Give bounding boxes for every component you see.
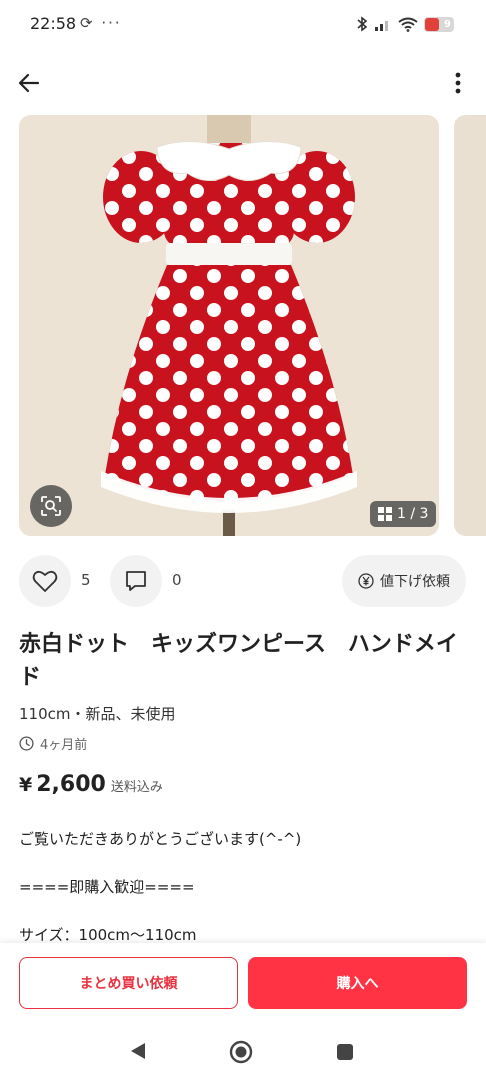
image-carousel[interactable] [0,115,486,536]
product-photo[interactable] [19,115,439,536]
next-photo-preview[interactable] [454,115,486,536]
posted-time-row: 4ヶ月前 [19,734,87,753]
sync-notification-icons: ⟳ ··· [80,14,122,32]
yen-circle-icon [358,573,374,589]
system-navigation-bar [0,1023,486,1080]
price-down-label: 値下げ依頼 [380,574,450,590]
clock-icon [19,736,34,751]
description-line: ====即購入歓迎==== [19,878,195,896]
more-vertical-icon [455,72,461,94]
status-bar: 22:58 ⟳ ··· 9 [0,0,486,48]
bottom-action-bar: まとめ買い依頼 購入へ [0,943,486,1023]
comment-icon [126,571,146,591]
triangle-back-icon [131,1043,145,1059]
product-title: 赤白ドット キッズワンピース ハンドメイド [19,632,458,690]
price: 2,600 [36,772,106,797]
currency-symbol: ¥ [19,774,33,796]
signal-icon [375,21,388,31]
posted-time: 4ヶ月前 [40,738,88,753]
shipping-label: 送料込み [110,780,163,795]
description-line: サイズ：100cm〜110cm [19,926,197,944]
battery-level: 9 [444,18,451,30]
bundle-request-button[interactable]: まとめ買い依頼 [19,957,238,1009]
price-down-request-button[interactable]: 値下げ依頼 [342,555,466,607]
comment-button[interactable] [110,555,162,607]
battery-fill [425,17,439,31]
size-condition: 110cm・新品、未使用 [19,705,176,723]
page-indicator-text: 1 / 3 [397,506,429,522]
back-button[interactable] [14,68,44,98]
photo-page-indicator: 1 / 3 [370,501,437,527]
image-search-button[interactable] [30,485,72,527]
bluetooth-icon [357,16,368,32]
top-nav [0,60,486,106]
battery-icon: 9 [424,16,454,32]
home-circle-icon [229,1040,253,1064]
system-back-button[interactable] [128,1041,148,1065]
heart-icon [32,570,58,592]
comment-count: 0 [172,571,182,589]
more-options-button[interactable] [446,68,470,98]
next-image [454,115,486,536]
description-line: ご覧いただきありがとうございます(^-^) [19,830,302,848]
price-row: ¥ 2,600 送料込み [19,772,163,797]
lens-search-icon [41,496,61,516]
wifi-icon [398,17,418,32]
square-recents-icon [337,1044,353,1060]
dress-image [19,115,439,536]
system-recents-button[interactable] [336,1043,354,1065]
buy-button[interactable]: 購入へ [248,957,467,1009]
like-button[interactable] [19,555,71,607]
action-row: 5 0 値下げ依頼 [0,555,486,607]
arrow-left-icon [18,73,40,93]
like-count: 5 [81,571,91,589]
grid-icon [378,507,392,521]
status-time: 22:58 [30,14,77,33]
system-home-button[interactable] [229,1040,253,1068]
status-right-icons: 9 [356,14,454,34]
